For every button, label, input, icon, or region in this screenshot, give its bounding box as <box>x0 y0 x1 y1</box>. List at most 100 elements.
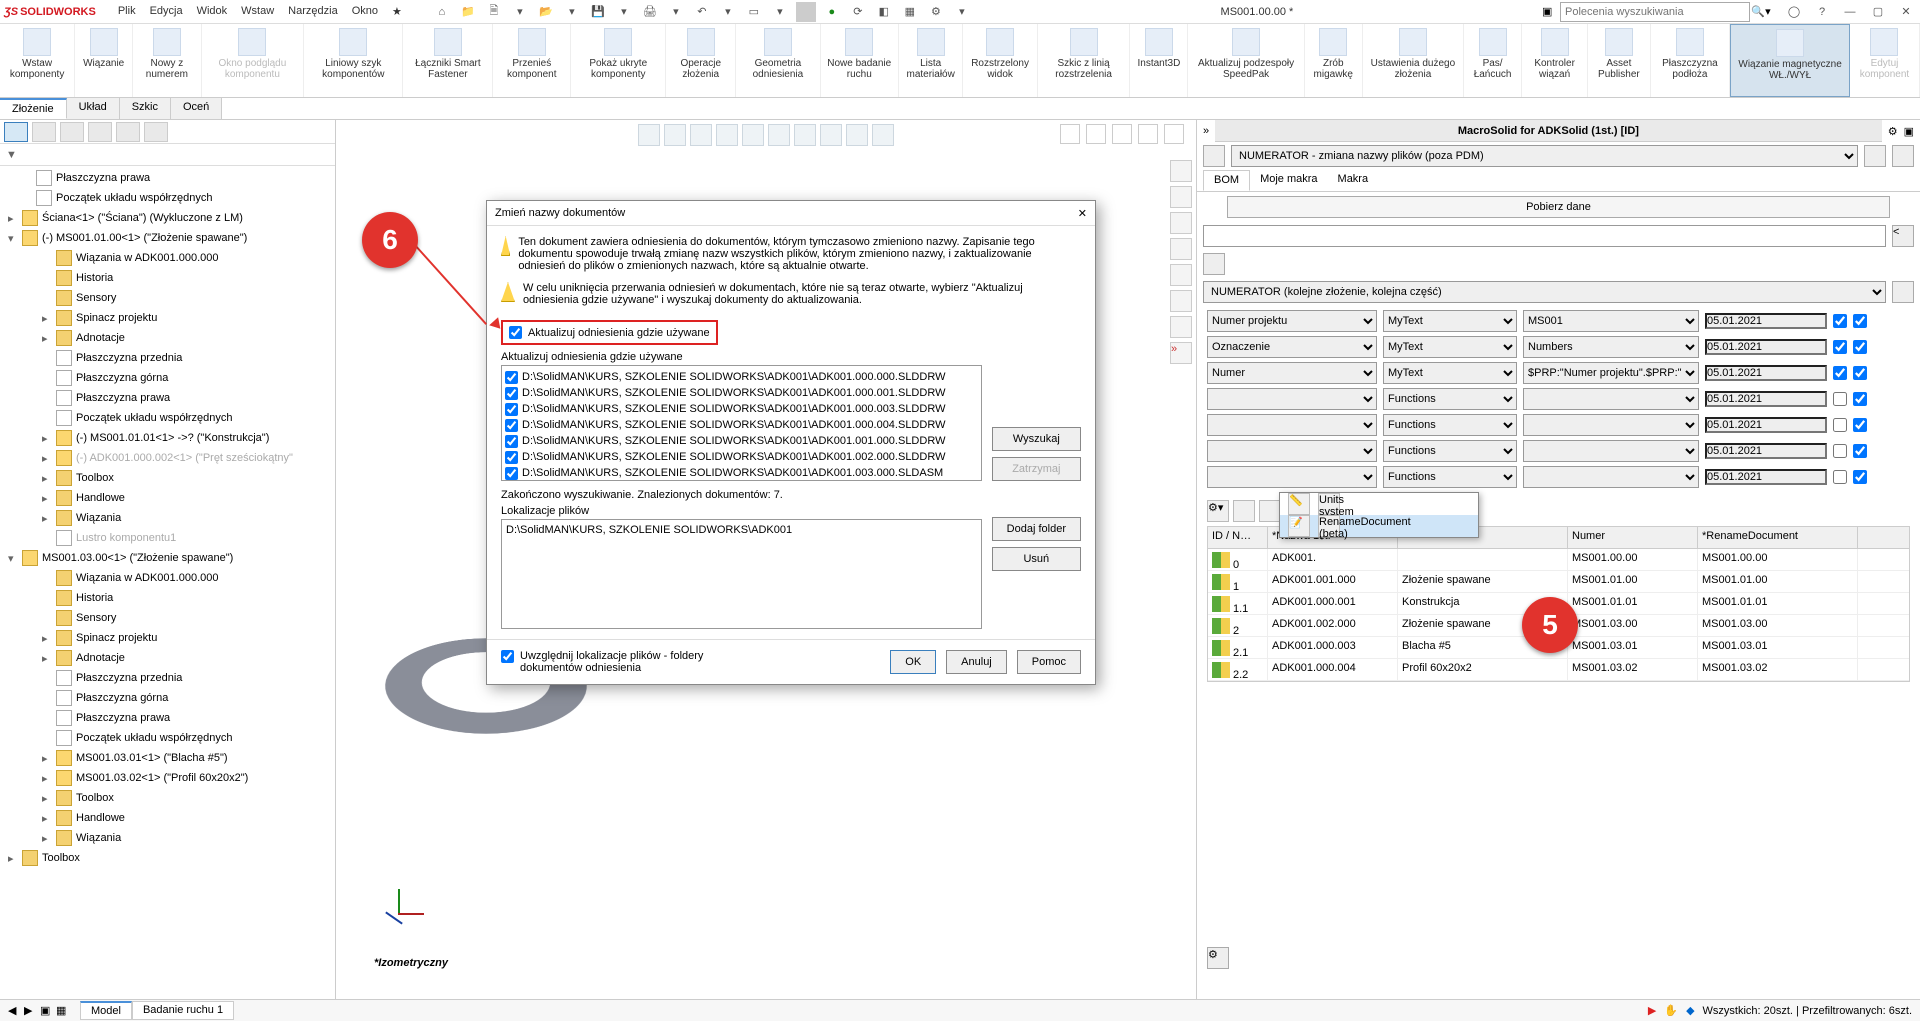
ribbon-szkic-z-lini-rozstrzelenia[interactable]: Szkic z linią rozstrzelenia <box>1038 24 1131 97</box>
caret-icon[interactable]: ▸ <box>42 512 52 525</box>
file-cb[interactable] <box>505 435 518 448</box>
remove-button[interactable]: Usuń <box>992 547 1081 571</box>
prop-cb2[interactable] <box>1853 392 1867 406</box>
ribbon-wi-zanie-magnetyczne-w-wy-[interactable]: Wiązanie magnetyczne WŁ./WYŁ <box>1730 24 1850 97</box>
prop-type-select[interactable]: MyText <box>1383 310 1517 332</box>
caret-icon[interactable]: ▾ <box>8 232 18 245</box>
tp-explorer-icon[interactable] <box>1170 212 1192 234</box>
caret-icon[interactable]: ▸ <box>42 472 52 485</box>
tree-item[interactable]: Płaszczyzna prawa <box>0 168 335 188</box>
ribbon-nowy-z-numerem[interactable]: Nowy z numerem <box>133 24 201 97</box>
tp-view-palette-icon[interactable] <box>1170 238 1192 260</box>
tree-item[interactable]: Wiązania w ADK001.000.000 <box>0 248 335 268</box>
caret-icon[interactable]: ▾ <box>8 552 18 565</box>
tree-item[interactable]: ▸MS001.03.01<1> ("Blacha #5") <box>0 748 335 768</box>
file-row[interactable]: D:\SolidMAN\KURS, SZKOLENIE SOLIDWORKS\A… <box>505 465 978 481</box>
caret-icon[interactable]: ▸ <box>42 792 52 805</box>
tree-item[interactable]: ▾MS001.03.00<1> ("Złożenie spawane") <box>0 548 335 568</box>
tree-item[interactable]: Lustro komponentu1 <box>0 528 335 548</box>
rp-icon3-icon[interactable] <box>1203 253 1225 275</box>
undo-icon[interactable]: ↶ <box>692 2 712 22</box>
sb-yt-icon[interactable]: ▶ <box>1648 1004 1656 1017</box>
maximize-icon[interactable]: ▢ <box>1868 2 1888 22</box>
help-button[interactable]: Pomoc <box>1017 650 1081 674</box>
caret-icon[interactable]: ▸ <box>42 312 52 325</box>
ribbon-liniowy-szyk-komponent-w[interactable]: Liniowy szyk komponentów <box>304 24 403 97</box>
ribbon-rozstrzelony-widok[interactable]: Rozstrzelony widok <box>963 24 1037 97</box>
ribbon-poka-ukryte-komponenty[interactable]: Pokaż ukryte komponenty <box>571 24 666 97</box>
cm-rename[interactable]: 📝RenameDocument (beta) <box>1280 515 1478 537</box>
triad-icon[interactable] <box>374 889 424 939</box>
prop-date-input[interactable] <box>1705 469 1827 485</box>
table-row[interactable]: 2.2ADK001.000.004Profil 60x20x2MS001.03.… <box>1208 659 1909 681</box>
tree-item[interactable]: Płaszczyzna przednia <box>0 668 335 688</box>
prop-date-input[interactable] <box>1705 313 1827 329</box>
ribbon-zr-b-migawk-[interactable]: Zrób migawkę <box>1305 24 1363 97</box>
update-refs-cb[interactable] <box>509 326 522 339</box>
vp-close-icon[interactable] <box>1164 124 1184 144</box>
print-icon[interactable]: 🖨 <box>640 2 660 22</box>
tree-item[interactable]: Wiązania w ADK001.000.000 <box>0 568 335 588</box>
prop-cb2[interactable] <box>1853 418 1867 432</box>
section-view-icon[interactable] <box>716 124 738 146</box>
caret-icon[interactable]: ▸ <box>42 492 52 505</box>
tree-item[interactable]: Początek układu współrzędnych <box>0 408 335 428</box>
tree-item[interactable]: Płaszczyzna prawa <box>0 388 335 408</box>
rp-close-icon[interactable]: ▣ <box>1904 125 1914 138</box>
user-icon[interactable]: ◯ <box>1784 2 1804 22</box>
file-cb[interactable] <box>505 419 518 432</box>
tree-item[interactable]: ▸(-) ADK001.000.002<1> ("Pręt sześciokąt… <box>0 448 335 468</box>
rp-btn1-icon[interactable] <box>1864 145 1886 167</box>
ribbon--czniki-smart-fastener[interactable]: Łączniki Smart Fastener <box>403 24 493 97</box>
sb-icon[interactable]: ▣ <box>40 1004 54 1017</box>
close-icon[interactable]: ✕ <box>1896 2 1916 22</box>
prop-value-select[interactable]: MS001 <box>1523 310 1699 332</box>
tree-item[interactable]: Sensory <box>0 608 335 628</box>
tp-home-icon[interactable] <box>1170 160 1192 182</box>
prop-value-select[interactable] <box>1523 440 1699 462</box>
search-input[interactable] <box>1560 2 1750 22</box>
prop-name-select[interactable] <box>1207 466 1377 488</box>
prop-cb2[interactable] <box>1853 314 1867 328</box>
display-style-icon[interactable] <box>768 124 790 146</box>
undo-dropdown[interactable]: ▾ <box>718 2 738 22</box>
vp-min-icon[interactable] <box>1112 124 1132 144</box>
search-button[interactable]: Wyszukaj <box>992 427 1081 451</box>
edit-appearance-icon[interactable] <box>820 124 842 146</box>
new-icon[interactable]: 🗎 <box>484 2 504 22</box>
tab-evaluate[interactable]: Oceń <box>171 98 222 119</box>
ribbon-aktualizuj-podzespo-y-speedpak[interactable]: Aktualizuj podzespoły SpeedPak <box>1188 24 1304 97</box>
zoom-area-icon[interactable] <box>664 124 686 146</box>
prop-type-select[interactable]: Functions <box>1383 440 1517 462</box>
tree-item[interactable]: Początek układu współrzędnych <box>0 728 335 748</box>
prev-view-icon[interactable] <box>690 124 712 146</box>
file-row[interactable]: D:\SolidMAN\KURS, SZKOLENIE SOLIDWORKS\A… <box>505 417 978 433</box>
prop-name-select[interactable] <box>1207 388 1377 410</box>
update-refs-checkbox[interactable]: Aktualizuj odniesienia gdzie używane <box>509 326 710 339</box>
tree-item[interactable]: ▸MS001.03.02<1> ("Profil 60x20x2") <box>0 768 335 788</box>
prop-name-select[interactable]: Oznaczenie <box>1207 336 1377 358</box>
file-cb[interactable] <box>505 451 518 464</box>
select-icon[interactable]: ▭ <box>744 2 764 22</box>
tree-item[interactable]: ▸(-) MS001.01.01<1> ->? ("Konstrukcja") <box>0 428 335 448</box>
tree-item[interactable]: Płaszczyzna przednia <box>0 348 335 368</box>
prop-date-input[interactable] <box>1705 339 1827 355</box>
file-cb[interactable] <box>505 467 518 480</box>
tab-layout[interactable]: Układ <box>67 98 120 119</box>
sb-tab-model[interactable]: Model <box>80 1001 132 1020</box>
ribbon-geometria-odniesienia[interactable]: Geometria odniesienia <box>736 24 820 97</box>
cancel-button[interactable]: Anuluj <box>946 650 1007 674</box>
help-icon[interactable]: ? <box>1812 2 1832 22</box>
gear-icon[interactable]: ⚙ <box>926 2 946 22</box>
fm-tab-tree-icon[interactable] <box>4 122 28 142</box>
sb-tab-motion[interactable]: Badanie ruchu 1 <box>132 1001 234 1020</box>
feature-tree[interactable]: Płaszczyzna prawaPoczątek układu współrz… <box>0 166 335 999</box>
prop-cb2[interactable] <box>1853 470 1867 484</box>
ribbon-wstaw-komponenty[interactable]: Wstaw komponenty <box>0 24 75 97</box>
open-icon[interactable]: 📁 <box>458 2 478 22</box>
add-folder-button[interactable]: Dodaj folder <box>992 517 1081 541</box>
hide-show-icon[interactable] <box>794 124 816 146</box>
prop-type-select[interactable]: Functions <box>1383 414 1517 436</box>
file-cb[interactable] <box>505 371 518 384</box>
tree-item[interactable]: ▸Spinacz projektu <box>0 308 335 328</box>
